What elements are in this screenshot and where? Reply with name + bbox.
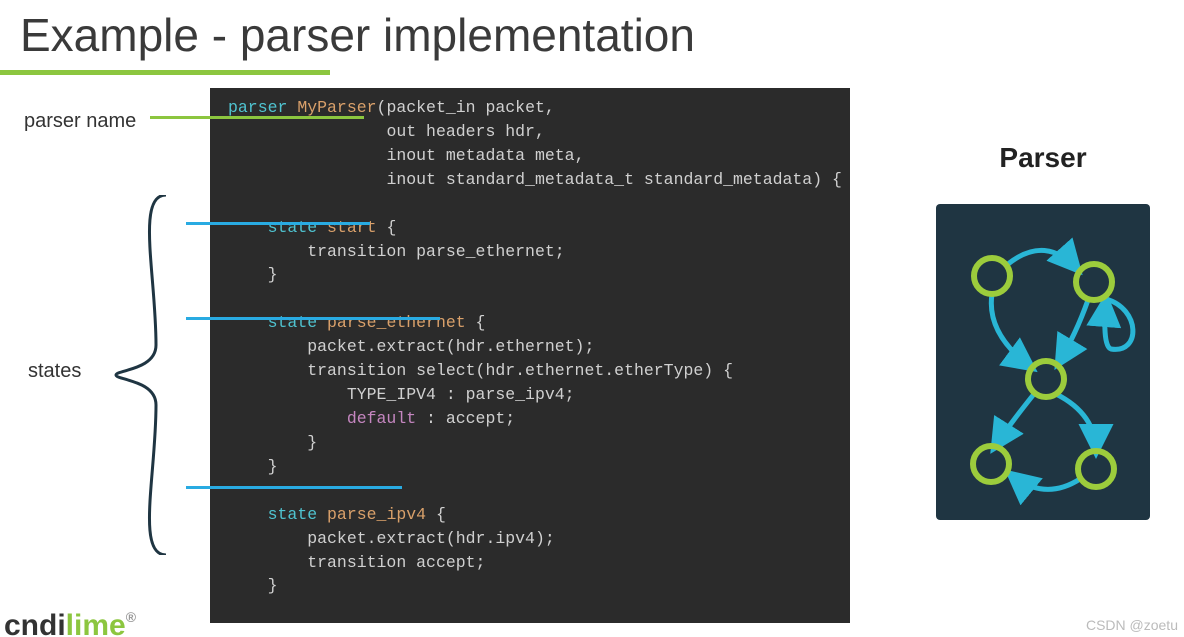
state-node-icon <box>1028 361 1064 397</box>
code-text: inout standard_metadata_t standard_metad… <box>386 170 841 189</box>
parser-state-machine-diagram <box>936 204 1150 520</box>
code-text: transition parse_ethernet; <box>307 242 564 261</box>
watermark-text: CSDN @zoetu <box>1086 617 1178 633</box>
edge-icon <box>1008 250 1078 270</box>
logo-registered: ® <box>126 609 136 625</box>
code-text: inout metadata meta, <box>386 146 584 165</box>
brand-logo: cndilime® <box>4 609 136 637</box>
state-start: start <box>327 218 377 237</box>
curly-brace-icon <box>106 195 186 555</box>
parser-identifier: MyParser <box>297 98 376 117</box>
code-text: TYPE_IPV4 : parse_ipv4; <box>347 385 575 404</box>
connector-state-start <box>186 222 370 225</box>
edge-icon <box>994 394 1034 448</box>
code-text: transition select(hdr.ethernet.etherType… <box>307 361 733 380</box>
kw-default: default <box>347 409 416 428</box>
code-text: out headers hdr, <box>386 122 544 141</box>
state-node-icon <box>973 446 1009 482</box>
code-text: transition accept; <box>307 553 485 572</box>
connector-state-ipv4 <box>186 486 402 489</box>
annotation-parser-name: parser name <box>24 110 136 133</box>
code-block: parser MyParser(packet_in packet, out he… <box>210 88 850 623</box>
connector-state-ethernet <box>186 317 440 320</box>
kw-parser: parser <box>228 98 287 117</box>
code-text: (packet_in packet, <box>377 98 555 117</box>
state-node-icon <box>1078 451 1114 487</box>
parser-diagram-title: Parser <box>936 142 1150 174</box>
logo-part1: cndi <box>4 609 66 637</box>
parser-diagram-panel: Parser <box>936 142 1150 520</box>
kw-state: state <box>268 505 318 524</box>
state-node-icon <box>1076 264 1112 300</box>
page-title: Example - parser implementation <box>20 8 695 62</box>
annotation-states: states <box>28 360 81 383</box>
state-node-icon <box>974 258 1010 294</box>
title-underline <box>0 70 330 75</box>
graph-svg <box>936 204 1150 520</box>
slide: Example - parser implementation parser n… <box>0 0 1184 637</box>
edge-self-loop-icon <box>1105 299 1133 349</box>
edge-icon <box>991 294 1032 368</box>
code-text: packet.extract(hdr.ipv4); <box>307 529 555 548</box>
connector-parser-name <box>150 116 364 119</box>
logo-part2: lime <box>66 609 126 637</box>
state-parse-ipv4: parse_ipv4 <box>327 505 426 524</box>
edge-icon <box>1058 300 1088 364</box>
edge-icon <box>1010 474 1080 489</box>
kw-state: state <box>268 218 318 237</box>
code-text: packet.extract(hdr.ethernet); <box>307 337 594 356</box>
code-text: : accept; <box>416 409 515 428</box>
edge-icon <box>1056 394 1096 452</box>
